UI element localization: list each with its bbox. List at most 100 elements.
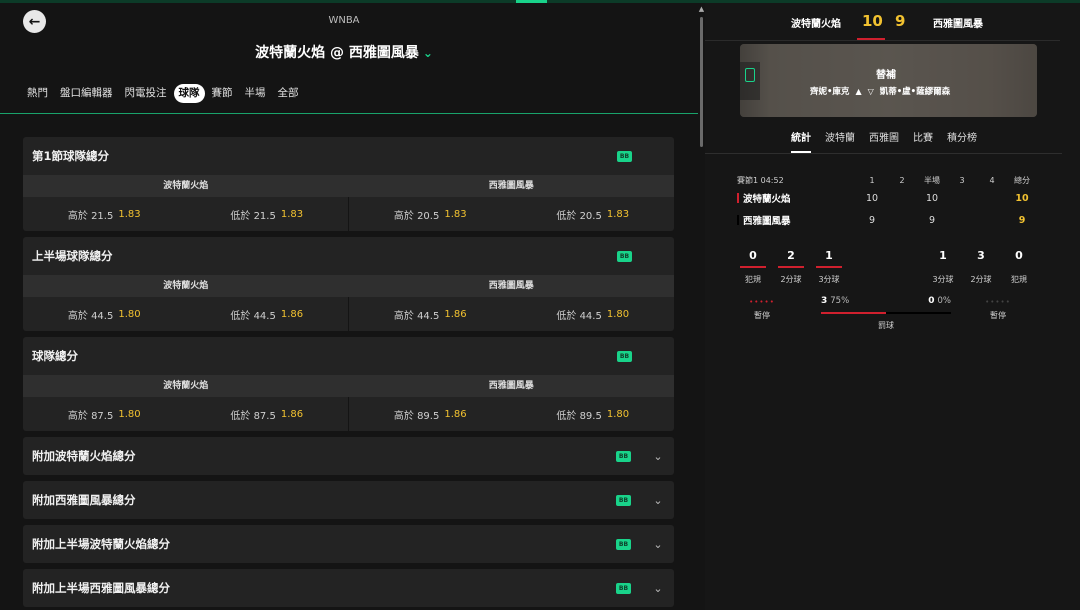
bb-badge: BB: [616, 582, 631, 594]
odds-price: 1.80: [118, 408, 141, 420]
stat-value: 3: [977, 249, 985, 262]
odds-button[interactable]: 低於 44.5 1.80: [512, 297, 675, 331]
scrollbar[interactable]: ▲: [698, 3, 705, 610]
player-out: 齊妮•庫克: [810, 87, 850, 97]
team-header-row: 波特蘭火焰 西雅圖風暴: [23, 275, 674, 297]
tab-4[interactable]: 賽節: [207, 84, 238, 103]
team2-stat: 3 2分球: [965, 248, 997, 285]
team1-timeouts: ••••• 暫停: [737, 296, 787, 321]
jersey-icon: [745, 68, 755, 82]
market-header[interactable]: 上半場球隊總分 BB: [23, 237, 674, 275]
team-header-row: 波特蘭火焰 西雅圖風暴: [23, 175, 674, 197]
market-card: 第1節球隊總分 BB 波特蘭火焰 西雅圖風暴高於 21.5 1.83 低於 21.5 1.8…: [23, 137, 674, 231]
market-badges: BB ⌄: [616, 582, 665, 595]
tab-2[interactable]: 閃電投注: [120, 84, 172, 103]
odds-group: 高於 87.5 1.80 低於 87.5 1.86: [23, 397, 348, 431]
market-title: 附加上半場西雅圖風暴總分: [32, 581, 170, 595]
odds-price: 1.83: [118, 208, 141, 220]
team-header-row: 波特蘭火焰 西雅圖風暴: [23, 375, 674, 397]
odds-button[interactable]: 低於 87.5 1.86: [186, 397, 349, 431]
timeouts-label: 暫停: [990, 311, 1006, 320]
odds-price: 1.86: [280, 408, 304, 420]
team2-score: 9: [895, 12, 906, 30]
market-title: 附加上半場波特蘭火焰總分: [32, 537, 170, 551]
stat-label: 2分球: [780, 275, 802, 284]
odds-button[interactable]: 高於 87.5 1.80: [23, 397, 186, 431]
stat-value: 2: [787, 249, 795, 262]
player-in: 凱蒂•盧•薩繆爾森: [879, 87, 951, 97]
odds-row: 高於 21.5 1.83 低於 21.5 1.83 高於 20.5 1.83 低於 20.5…: [23, 197, 674, 231]
odds-price: 1.83: [606, 208, 630, 220]
odds-line: 高於 87.5: [67, 410, 114, 422]
odds-button[interactable]: 低於 20.5 1.83: [512, 197, 675, 231]
boxscore-cell: 9: [928, 214, 936, 226]
odds-row: 高於 87.5 1.80 低於 87.5 1.86 高於 89.5 1.86 低於 89.5…: [23, 397, 674, 431]
odds-button[interactable]: 低於 21.5 1.83: [186, 197, 349, 231]
odds-line: 高於 44.5: [67, 310, 114, 322]
tab-1[interactable]: 盤口編輯器: [55, 84, 118, 103]
chevron-down-icon[interactable]: ⌄: [651, 450, 665, 463]
market-header[interactable]: 附加西雅圖風暴總分 BB ⌄: [23, 481, 674, 519]
odds-button[interactable]: 低於 44.5 1.86: [186, 297, 349, 331]
odds-line: 低於 44.5: [230, 310, 276, 322]
odds-price: 1.86: [444, 408, 467, 420]
stat-label: 3分球: [932, 275, 954, 284]
tab-6[interactable]: 全部: [273, 84, 304, 103]
team-column-label: 波特蘭火焰: [163, 181, 209, 191]
odds-price: 1.80: [118, 308, 141, 320]
chevron-down-icon[interactable]: ⌄: [651, 538, 665, 551]
market-header[interactable]: 附加上半場西雅圖風暴總分 BB ⌄: [23, 569, 674, 607]
stat-tab-2[interactable]: 西雅圖: [869, 129, 899, 144]
tab-0[interactable]: 熱門: [22, 84, 53, 103]
odds-button[interactable]: 高於 21.5 1.83: [23, 197, 186, 231]
market-header[interactable]: 第1節球隊總分 BB: [23, 137, 674, 175]
stat-label: 2分球: [970, 275, 992, 284]
market-card-collapsed: 附加波特蘭火焰總分 BB ⌄: [23, 437, 674, 475]
odds-line: 高於 89.5: [393, 410, 440, 422]
odds-button[interactable]: 高於 20.5 1.83: [349, 197, 512, 231]
boxscore-team: 西雅圖風暴: [737, 213, 857, 227]
stat-tab-1[interactable]: 波特蘭: [825, 129, 855, 144]
chevron-down-icon[interactable]: ⌄: [651, 494, 665, 507]
scroll-thumb[interactable]: [700, 17, 703, 147]
market-header[interactable]: 球隊總分 BB: [23, 337, 674, 375]
boxscore-team-name: 波特蘭火焰: [743, 194, 791, 205]
scroll-up-icon[interactable]: ▲: [698, 5, 705, 13]
bottom-stats: ••••• 暫停 3 75% 0 0% 罰球 ••••• 暫停: [737, 296, 1037, 336]
boxscore-column: 2: [899, 175, 905, 185]
bb-badge: BB: [617, 350, 632, 362]
match-header: ← WNBA 波特蘭火焰 @ 西雅圖風暴 ⌄ 熱門 盤口編輯器 閃電投注 球隊 賽節 半場全…: [0, 3, 698, 114]
tab-3[interactable]: 球隊: [173, 84, 205, 103]
market-header[interactable]: 附加波特蘭火焰總分 BB ⌄: [23, 437, 674, 475]
boxscore-column: 3: [959, 175, 965, 185]
live-court: 替補 齊妮•庫克 ▲ ▽ 凱蒂•盧•薩繆爾森: [740, 44, 1037, 117]
boxscore: 賽節1 04:52 1 2 半場 3 4 總分 波特蘭火焰 10 10 10 西雅圖風暴 9 9 9: [737, 173, 1037, 231]
tab-5[interactable]: 半場: [240, 84, 271, 103]
market-badges: BB: [617, 350, 632, 362]
market-header[interactable]: 附加上半場波特蘭火焰總分 BB ⌄: [23, 525, 674, 563]
market-card-collapsed: 附加上半場波特蘭火焰總分 BB ⌄: [23, 525, 674, 563]
stat-label: 3分球: [818, 275, 840, 284]
boxscore-row: 波特蘭火焰 10 10 10: [737, 187, 1037, 209]
boxscore-column: 4: [989, 175, 995, 185]
odds-line: 高於 21.5: [67, 210, 114, 222]
stat-underline: [778, 266, 804, 268]
odds-group: 高於 44.5 1.80 低於 44.5 1.86: [23, 297, 348, 331]
boxscore-total: 10: [1015, 192, 1029, 204]
odds-line: 低於 87.5: [230, 410, 276, 422]
stat-tab-3[interactable]: 比賽: [913, 129, 933, 144]
odds-button[interactable]: 低於 89.5 1.80: [512, 397, 675, 431]
market-title: 球隊總分: [32, 349, 78, 363]
market-card: 上半場球隊總分 BB 波特蘭火焰 西雅圖風暴 高於 44.5 1.80 低於 44.5 1.8…: [23, 237, 674, 331]
team-color-marker: [737, 215, 739, 225]
stat-tab-0[interactable]: 統計: [791, 129, 811, 153]
odds-button[interactable]: 高於 44.5 1.80: [23, 297, 186, 331]
match-title[interactable]: 波特蘭火焰 @ 西雅圖風暴 ⌄: [0, 42, 688, 62]
market-title: 附加波特蘭火焰總分: [32, 449, 136, 463]
odds-button[interactable]: 高於 44.5 1.86: [349, 297, 512, 331]
market-title: 上半場球隊總分: [32, 249, 113, 263]
court-event: 替補: [876, 70, 896, 81]
chevron-down-icon[interactable]: ⌄: [651, 582, 665, 595]
stat-tab-4[interactable]: 積分榜: [947, 129, 977, 144]
odds-button[interactable]: 高於 89.5 1.86: [349, 397, 512, 431]
